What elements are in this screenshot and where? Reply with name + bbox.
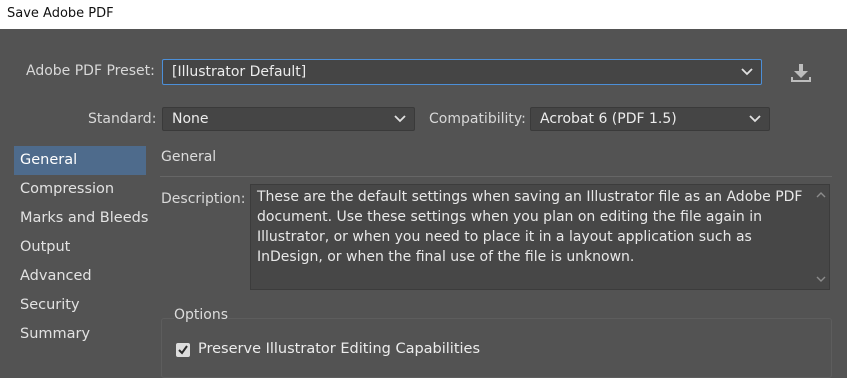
standard-dropdown[interactable]: None (162, 107, 415, 131)
compatibility-label: Compatibility: (429, 111, 526, 127)
standard-value: None (172, 111, 209, 127)
description-box[interactable]: These are the default settings when savi… (250, 184, 830, 290)
section-divider (160, 176, 832, 177)
description-scrollbar[interactable] (813, 185, 829, 289)
description-line: Illustrator, or when you need to place i… (257, 229, 752, 245)
sidebar: General Compression Marks and Bleeds Out… (14, 146, 148, 349)
description-line: These are the default settings when savi… (257, 189, 803, 205)
preset-label: Adobe PDF Preset: (26, 63, 155, 79)
section-title: General (161, 149, 217, 165)
description-line: InDesign, or when the final use of the f… (257, 249, 635, 265)
sidebar-item-compression[interactable]: Compression (14, 175, 146, 204)
preserve-editing-label[interactable]: Preserve Illustrator Editing Capabilitie… (198, 341, 480, 357)
preset-dropdown[interactable]: [Illustrator Default] (162, 59, 762, 85)
title-bar: Save Adobe PDF (0, 0, 847, 29)
sidebar-item-advanced[interactable]: Advanced (14, 262, 146, 291)
description-text: These are the default settings when savi… (257, 187, 807, 267)
description-label: Description: (161, 191, 246, 207)
window-title: Save Adobe PDF (7, 6, 114, 21)
scroll-up-icon[interactable] (816, 191, 826, 198)
download-icon[interactable] (788, 62, 814, 84)
scroll-down-icon[interactable] (816, 276, 826, 283)
compatibility-value: Acrobat 6 (PDF 1.5) (540, 111, 677, 127)
chevron-down-icon (741, 68, 753, 76)
chevron-down-icon (749, 115, 761, 123)
sidebar-item-output[interactable]: Output (14, 233, 146, 262)
sidebar-item-summary[interactable]: Summary (14, 320, 146, 349)
chevron-down-icon (394, 115, 406, 123)
preserve-editing-checkbox[interactable] (176, 343, 190, 357)
standard-label: Standard: (88, 111, 157, 127)
sidebar-item-security[interactable]: Security (14, 291, 146, 320)
description-line: document. Use these settings when you pl… (257, 209, 762, 225)
compatibility-dropdown[interactable]: Acrobat 6 (PDF 1.5) (530, 107, 770, 131)
options-title: Options (174, 307, 229, 323)
preset-value: [Illustrator Default] (172, 64, 307, 80)
sidebar-item-marks-and-bleeds[interactable]: Marks and Bleeds (14, 204, 148, 233)
checkmark-icon (178, 345, 188, 355)
sidebar-item-general[interactable]: General (14, 146, 146, 175)
